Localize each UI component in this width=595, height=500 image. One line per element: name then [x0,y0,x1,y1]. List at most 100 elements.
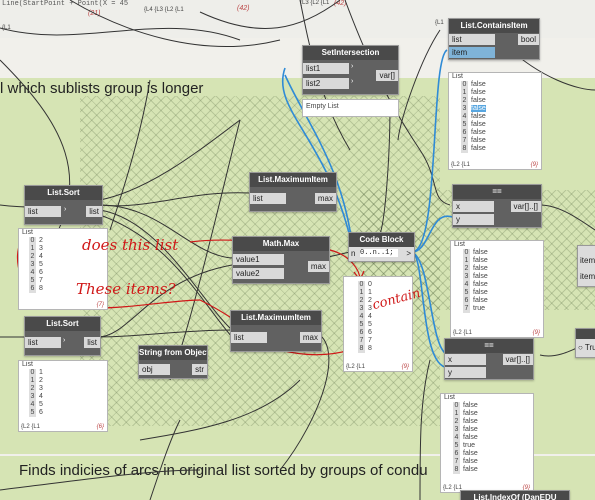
port-value2[interactable]: value2 [233,268,284,279]
port-bool[interactable]: bool [517,34,539,45]
node-right-partial[interactable]: item item [577,245,595,287]
node-list-maximum-item-1[interactable]: List.MaximumItem list max [249,172,337,212]
preview-row: 2 false [461,97,541,105]
preview-value: false [473,281,488,288]
preview-value: false [471,121,486,128]
port-n[interactable]: n [351,249,355,258]
preview-value: false [463,426,478,433]
preview-row: 4 false [461,113,541,121]
preview-row: 01 [29,369,107,377]
node-boolean[interactable]: ○ True [575,328,595,358]
node-title: List.IndexOf (DanEDU [461,491,569,500]
preview-value: 7 [368,337,372,344]
port-max[interactable]: max [314,193,336,204]
port-item[interactable]: item [449,47,495,58]
port-list[interactable]: list [449,34,495,45]
preview-index: 1 [453,410,460,418]
port-y[interactable]: y [453,214,494,225]
preview-value: false [471,97,486,104]
port-y[interactable]: y [445,367,486,378]
preview-list: 0 false 1 false 2 false 3 false 4 false 5 false 6 fal… [451,249,543,313]
node-list-contains-item[interactable]: List.ContainsItem list item bool [448,18,540,60]
preview-row: 24 [29,253,107,261]
port-max[interactable]: max [307,261,329,272]
code-editor[interactable]: 0..n..1; [360,249,398,257]
preview-row: 6 false [463,297,543,305]
preview-value: 2 [39,237,43,244]
preview-value: 0 [368,281,372,288]
preview-row: 7 true [463,305,543,313]
port-arrow-icon: › [351,63,354,70]
preview-index: 2 [461,97,468,105]
node-math-max[interactable]: Math.Max value1 value2 max [232,236,330,284]
node-string-from-object[interactable]: String from Object obj str [138,345,208,379]
preview-index: 3 [461,105,468,113]
port-out[interactable]: > [406,249,411,258]
preview-index: 5 [29,277,36,285]
port-list2[interactable]: list2 [303,78,349,89]
preview-value: 8 [39,285,43,292]
node-title: == [445,339,533,353]
preview-index: 6 [358,329,365,337]
preview-value: false [471,89,486,96]
node-code-block[interactable]: Code Block n 0..n..1; > [348,232,415,262]
port-out[interactable]: var[]..[] [502,354,533,365]
preview-header: List [444,394,455,401]
port-item-2[interactable]: item [580,272,595,281]
port-obj[interactable]: obj [139,364,170,375]
preview-row: 23 [29,385,107,393]
preview-value: false [463,450,478,457]
node-canvas[interactable]: l which sublists group is longer Finds i… [0,0,595,500]
port-list-out[interactable]: list [84,337,100,348]
preview-index: 8 [453,466,460,474]
preview-value: false [471,145,486,152]
port-out[interactable]: var[]..[] [510,201,541,212]
preview-index: 6 [29,285,36,293]
preview-row: 1 false [463,257,543,265]
port-max[interactable]: max [299,332,321,343]
preview-index: 3 [463,273,470,281]
level-label: {L2 {L1 [451,162,471,168]
preview-row: 8 false [453,466,533,474]
radio-true[interactable]: ○ True [578,343,595,352]
node-equals-2[interactable]: == x y var[]..[] [444,338,534,380]
node-list-index-of[interactable]: List.IndexOf (DanEDU [460,490,570,500]
port-list-in[interactable]: list [25,206,61,217]
preview-value: false [471,113,486,120]
node-list-sort-1[interactable]: List.Sort list › list [24,185,103,225]
preview-row: 0 false [453,402,533,410]
preview-value: 5 [39,261,43,268]
preview-row: 3 false [461,105,541,113]
node-title [576,329,595,339]
port-list[interactable]: list [250,193,286,204]
preview-list: 011223344556 [19,369,107,417]
node-title: Code Block [349,233,414,247]
port-list1[interactable]: list1 [303,63,349,74]
preview-index: 8 [461,145,468,153]
preview-row: 7 false [461,137,541,145]
port-x[interactable]: x [445,354,486,365]
preview-row: 4 false [463,281,543,289]
port-var[interactable]: var[] [376,70,398,81]
node-equals-1[interactable]: == x y var[]..[] [452,184,542,228]
preview-index: 7 [453,458,460,466]
preview-value: 4 [39,393,43,400]
node-set-intersection[interactable]: SetIntersection list1 list2 › › var[] [302,45,399,95]
port-arrow-icon: › [63,337,66,344]
port-item-1[interactable]: item [580,256,595,265]
item-count: {9} [401,364,409,370]
preview-row: 6 false [461,129,541,137]
node-list-maximum-item-2[interactable]: List.MaximumItem list max [230,310,322,352]
port-str[interactable]: str [192,364,207,375]
port-list[interactable]: list [231,332,267,343]
level-label: {L2 {L1 [346,364,366,370]
port-list-out[interactable]: list [86,206,102,217]
preview-value: false [473,273,488,280]
port-value1[interactable]: value1 [233,254,284,265]
node-list-sort-2[interactable]: List.Sort list › list [24,316,101,356]
preview-index: 0 [453,402,460,410]
preview-row: 3 false [463,273,543,281]
port-x[interactable]: x [453,201,494,212]
preview-value: false [471,81,486,88]
port-list-in[interactable]: list [25,337,61,348]
